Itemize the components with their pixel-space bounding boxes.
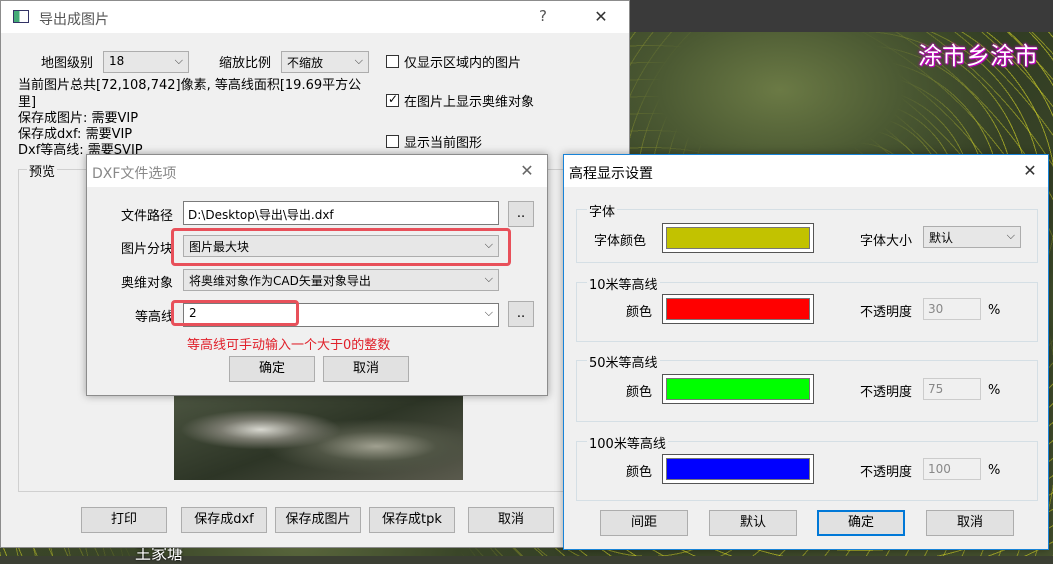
- map-level-select[interactable]: 18 ⌵: [103, 51, 189, 73]
- contour-10m-title: 10米等高线: [587, 274, 660, 293]
- help-icon[interactable]: ?: [539, 7, 547, 25]
- show-current-checkbox[interactable]: [386, 135, 399, 148]
- browse-button[interactable]: ..: [508, 201, 534, 227]
- ovi-object-select[interactable]: 将奥维对象作为CAD矢量对象导出 ⌵: [183, 269, 499, 291]
- opacity-input-50m[interactable]: 75: [923, 378, 981, 400]
- map-place-label: 涂市乡涂市: [918, 42, 1038, 70]
- export-window-title: 导出成图片: [39, 12, 109, 28]
- elevation-settings-dialog: 高程显示设置 ✕ 字体 字体颜色 字体大小 默认 ⌵ 10米等高线 颜色 不透明…: [563, 154, 1049, 550]
- chevron-down-icon: ⌵: [1006, 229, 1015, 242]
- contour-100m-title: 100米等高线: [587, 433, 668, 452]
- opacity-label-10m: 不透明度: [860, 305, 913, 320]
- map-top-strip: [628, 0, 1053, 32]
- save-tpk-button[interactable]: 保存成tpk: [369, 507, 455, 533]
- chevron-down-icon: ⌵: [354, 54, 363, 67]
- contour-50m-title: 50米等高线: [587, 352, 660, 371]
- color-label-100m: 颜色: [626, 465, 653, 480]
- preview-label: 预览: [27, 161, 58, 180]
- contour-hint: 等高线可手动输入一个大于0的整数: [187, 338, 391, 353]
- font-group-title: 字体: [587, 201, 618, 220]
- contour-label: 等高线: [135, 310, 175, 325]
- percent-10m: %: [988, 303, 1001, 318]
- opacity-input-10m[interactable]: 30: [923, 298, 981, 320]
- scale-value: 不缩放: [287, 56, 324, 70]
- save-dxf-button[interactable]: 保存成dxf: [181, 507, 267, 533]
- color-label-10m: 颜色: [626, 305, 653, 320]
- contour-browse-button[interactable]: ..: [508, 301, 534, 327]
- show-ovi-checkbox[interactable]: [386, 92, 399, 107]
- print-button[interactable]: 打印: [81, 507, 167, 533]
- chevron-down-icon: ⌵: [174, 54, 183, 67]
- font-size-value: 默认: [929, 231, 954, 245]
- dxf-cancel-button[interactable]: 取消: [323, 356, 409, 382]
- elev-dialog-titlebar: 高程显示设置 ✕: [564, 155, 1048, 187]
- opacity-input-100m[interactable]: 100: [923, 458, 981, 480]
- font-color-label: 字体颜色: [594, 234, 647, 249]
- color-fill-10m: [666, 298, 810, 320]
- opacity-label-100m: 不透明度: [860, 465, 913, 480]
- show-ovi-label: 在图片上显示奥维对象: [404, 95, 535, 110]
- close-icon[interactable]: ✕: [587, 5, 615, 29]
- color-swatch-100m[interactable]: [662, 454, 814, 484]
- map-level-label: 地图级别: [41, 56, 94, 71]
- scale-select[interactable]: 不缩放 ⌵: [281, 51, 369, 73]
- close-icon[interactable]: ✕: [1016, 159, 1044, 183]
- save-image-button[interactable]: 保存成图片: [275, 507, 361, 533]
- percent-50m: %: [988, 383, 1001, 398]
- spacing-button[interactable]: 间距: [600, 510, 688, 536]
- ovi-object-label: 奥维对象: [121, 276, 174, 291]
- color-label-50m: 颜色: [626, 385, 653, 400]
- font-size-label: 字体大小: [860, 234, 913, 249]
- show-current-label: 显示当前图形: [404, 136, 483, 151]
- chevron-down-icon: ⌵: [484, 306, 493, 319]
- export-window-titlebar: 导出成图片 ? ✕: [1, 1, 629, 33]
- elev-ok-button[interactable]: 确定: [817, 510, 905, 536]
- close-icon[interactable]: ✕: [513, 159, 541, 183]
- highlight-split-box: [171, 228, 511, 266]
- only-region-label: 仅显示区域内的图片: [404, 56, 522, 71]
- color-swatch-10m[interactable]: [662, 294, 814, 324]
- app-icon: [13, 10, 29, 23]
- chevron-down-icon: ⌵: [484, 272, 493, 285]
- font-color-swatch[interactable]: [662, 223, 814, 253]
- elev-cancel-button[interactable]: 取消: [926, 510, 1014, 536]
- file-path-label: 文件路径: [121, 209, 174, 224]
- color-fill-50m: [666, 378, 810, 400]
- pixel-info-text: 当前图片总共[72,108,742]像素, 等高线面积[19.69平方公: [18, 78, 362, 93]
- preview-image: [174, 396, 463, 480]
- dxf-options-dialog: DXF文件选项 ✕ 文件路径 D:\Desktop\导出\导出.dxf .. 图…: [86, 154, 548, 396]
- scale-label: 缩放比例: [219, 56, 272, 71]
- file-path-input[interactable]: D:\Desktop\导出\导出.dxf: [183, 201, 499, 225]
- font-size-select[interactable]: 默认 ⌵: [923, 226, 1021, 248]
- color-swatch-50m[interactable]: [662, 374, 814, 404]
- map-level-value: 18: [109, 54, 125, 68]
- dxf-dialog-titlebar: DXF文件选项 ✕: [87, 155, 547, 187]
- dxf-ok-button[interactable]: 确定: [229, 356, 315, 382]
- default-button[interactable]: 默认: [709, 510, 797, 536]
- opacity-label-50m: 不透明度: [860, 385, 913, 400]
- elev-dialog-title: 高程显示设置: [569, 166, 653, 182]
- ovi-object-value: 将奥维对象作为CAD矢量对象导出: [189, 274, 371, 288]
- font-color-fill: [666, 227, 810, 249]
- split-label: 图片分块: [121, 242, 174, 257]
- highlight-contour-box: [171, 300, 299, 326]
- cancel-button[interactable]: 取消: [468, 507, 554, 533]
- dxf-dialog-title: DXF文件选项: [92, 166, 177, 182]
- percent-100m: %: [988, 463, 1001, 478]
- only-region-checkbox[interactable]: [386, 55, 399, 68]
- color-fill-100m: [666, 458, 810, 480]
